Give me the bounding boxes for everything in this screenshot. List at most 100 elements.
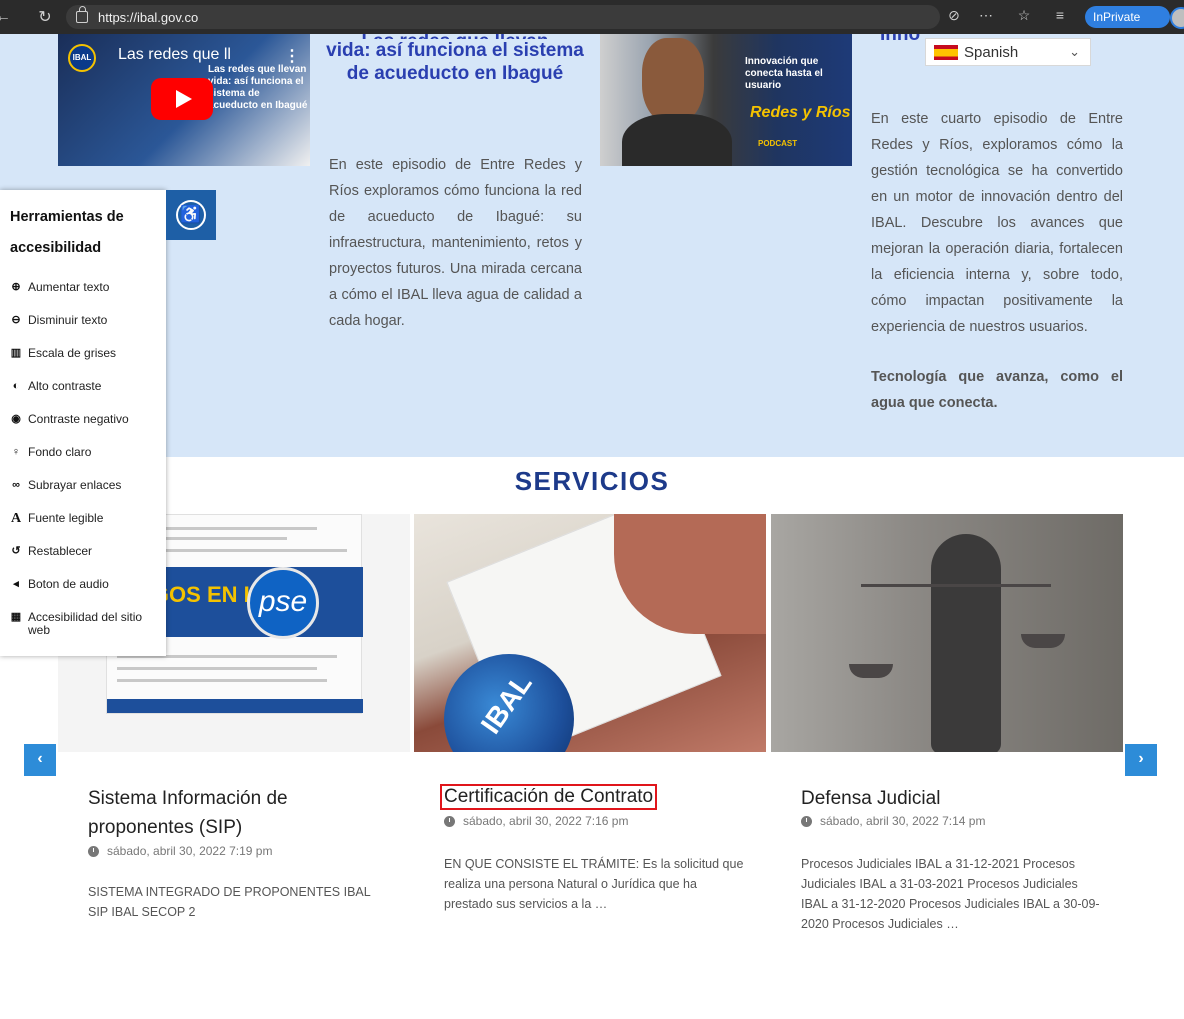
back-icon[interactable]: ← xyxy=(0,6,14,28)
acc-item-label: Boton de audio xyxy=(28,577,109,591)
more-icon[interactable]: ⋯ xyxy=(976,7,996,24)
acc-item-label: Escala de grises xyxy=(28,346,117,360)
episode-2-description: En este episodio de Entre Redes y Ríos e… xyxy=(329,157,582,329)
browser-toolbar: ← ↻ https://ibal.gov.co ⊘ ⋯ ☆ ≡ InPrivat… xyxy=(0,0,1184,34)
service-card-title[interactable]: Certificación de Contrato xyxy=(440,782,744,811)
address-bar[interactable]: https://ibal.gov.co xyxy=(66,5,940,29)
service-card-excerpt: Procesos Judiciales IBAL a 31-12-2021 Pr… xyxy=(801,857,1100,931)
services-heading: SERVICIOS xyxy=(514,466,670,496)
page: ← ↻ https://ibal.gov.co ⊘ ⋯ ☆ ≡ InPrivat… xyxy=(0,0,1184,1019)
service-card-image[interactable] xyxy=(771,514,1123,752)
acc-reset[interactable]: ↺ Restablecer xyxy=(10,545,164,558)
video-caption: Las redes que llevan vida: así funciona … xyxy=(208,64,308,111)
profile-icon[interactable] xyxy=(1170,7,1184,29)
acc-audio-button[interactable]: ◂ Boton de audio xyxy=(10,578,164,591)
episode-3-brand: Redes y Ríos xyxy=(750,104,851,121)
acc-item-label: Fondo claro xyxy=(28,445,92,459)
acc-item-label: Contraste negativo xyxy=(28,412,129,426)
collections-icon[interactable]: ≡ xyxy=(1050,7,1070,23)
bulb-icon: ♀ xyxy=(11,446,21,458)
episode-2-title[interactable]: Las redes que llevan vida: así funciona … xyxy=(326,30,584,85)
language-select[interactable]: Spanish ⌄ xyxy=(925,38,1091,66)
service-card[interactable]: IBAL Certificación de Contrato sábado, a… xyxy=(414,514,766,1000)
favorites-icon[interactable]: ☆ xyxy=(1014,7,1034,24)
refresh-icon[interactable]: ↻ xyxy=(34,6,56,28)
reset-icon: ↺ xyxy=(11,545,21,557)
episode-3-sub: PODCAST xyxy=(758,139,798,148)
carousel-prev-button[interactable]: ‹ xyxy=(24,744,56,776)
episode-3-caption: Innovación que conecta hasta el usuario xyxy=(745,56,823,91)
accessibility-toggle-button[interactable]: ♿ xyxy=(166,190,216,240)
link-icon: ∞ xyxy=(12,479,20,491)
acc-item-label: Subrayar enlaces xyxy=(28,478,122,492)
language-selected: Spanish xyxy=(964,43,1019,61)
url-text: https://ibal.gov.co xyxy=(98,9,199,25)
accessibility-panel: Herramientas de accesibilidad ⊕ Aumentar… xyxy=(0,190,166,656)
acc-negative-contrast[interactable]: ◉ Contraste negativo xyxy=(10,413,164,426)
accessibility-icon: ♿ xyxy=(176,200,206,230)
service-card[interactable]: Defensa Judicial sábado, abril 30, 2022 … xyxy=(771,514,1123,1000)
acc-increase-text[interactable]: ⊕ Aumentar texto xyxy=(10,281,164,294)
inprivate-label: InPrivate xyxy=(1093,10,1141,24)
acc-decrease-text[interactable]: ⊖ Disminuir texto xyxy=(10,314,164,327)
acc-grayscale[interactable]: ▥ Escala de grises xyxy=(10,347,164,360)
date-text: sábado, abril 30, 2022 7:14 pm xyxy=(820,814,986,828)
service-card-date: sábado, abril 30, 2022 7:16 pm xyxy=(444,814,628,828)
contrast-icon: ◐ xyxy=(12,380,20,392)
audio-icon: ◂ xyxy=(13,578,19,590)
acc-light-background[interactable]: ♀ Fondo claro xyxy=(10,446,164,459)
episode-2-title-text: vida: así funciona el sistema de acueduc… xyxy=(326,40,584,84)
acc-high-contrast[interactable]: ◐ Alto contraste xyxy=(10,380,164,393)
host-photo xyxy=(642,38,704,124)
service-card-title[interactable]: Defensa Judicial xyxy=(801,784,1101,813)
episode-4-description: En este cuarto episodio de Entre Redes y… xyxy=(871,111,1123,335)
grayscale-icon: ▥ xyxy=(10,347,22,359)
video-player[interactable]: IBAL Las redes que ll ⋮ Las redes que ll… xyxy=(58,34,310,166)
ibal-logo: IBAL xyxy=(68,44,96,72)
lock-icon xyxy=(76,6,88,23)
acc-item-label: Alto contraste xyxy=(28,379,102,393)
clock-icon xyxy=(444,815,455,827)
acc-item-label: Restablecer xyxy=(28,544,93,558)
service-card-date: sábado, abril 30, 2022 7:14 pm xyxy=(801,814,985,828)
acc-item-label: Accesibilidad del sitio web xyxy=(28,610,143,637)
service-card-title[interactable]: Sistema Información de proponentes (SIP) xyxy=(88,784,388,842)
zoom-in-icon: ⊕ xyxy=(11,281,21,293)
scale-bar xyxy=(861,584,1051,587)
eye-icon: ◉ xyxy=(11,413,21,425)
play-icon[interactable] xyxy=(151,78,213,120)
video-menu-icon[interactable]: ⋮ xyxy=(284,46,300,66)
highlighted-title[interactable]: Certificación de Contrato xyxy=(440,784,658,810)
acc-readable-font[interactable]: A Fuente legible xyxy=(10,511,164,526)
tracking-icon[interactable]: ⊘ xyxy=(944,7,964,24)
acc-item-label: Aumentar texto xyxy=(28,280,110,294)
service-card-image[interactable]: IBAL xyxy=(414,514,766,752)
inprivate-badge[interactable]: InPrivate xyxy=(1085,6,1184,29)
font-icon: A xyxy=(10,511,22,526)
chevron-down-icon: ⌄ xyxy=(1069,44,1080,59)
date-text: sábado, abril 30, 2022 7:16 pm xyxy=(463,814,629,828)
doc-line xyxy=(117,679,327,682)
zoom-out-icon: ⊖ xyxy=(11,314,21,326)
acc-underline-links[interactable]: ∞ Subrayar enlaces xyxy=(10,479,164,492)
spain-flag-icon xyxy=(934,44,958,60)
acc-site-accessibility[interactable]: ▦ Accesibilidad del sitio web xyxy=(10,611,164,637)
service-card-excerpt: SISTEMA INTEGRADO DE PROPONENTES IBAL SI… xyxy=(88,885,371,919)
pse-logo: pse xyxy=(247,567,319,639)
accessibility-title: Herramientas de accesibilidad xyxy=(10,209,124,256)
ibal-disc-text: IBAL xyxy=(474,668,538,740)
scale-pan xyxy=(1021,634,1065,648)
service-card-date: sábado, abril 30, 2022 7:19 pm xyxy=(88,844,272,858)
episode-4-tagline: Tecnología que avanza, como el agua que … xyxy=(871,369,1123,411)
service-card-excerpt: EN QUE CONSISTE EL TRÁMITE: Es la solici… xyxy=(444,857,744,911)
clock-icon xyxy=(88,845,99,857)
episodes-section: IBAL Las redes que ll ⋮ Las redes que ll… xyxy=(0,24,1184,457)
acc-item-label: Fuente legible xyxy=(28,511,104,525)
host-photo-body xyxy=(622,114,732,166)
date-text: sábado, abril 30, 2022 7:19 pm xyxy=(107,844,273,858)
carousel-next-button[interactable]: › xyxy=(1125,744,1157,776)
justice-statue-image xyxy=(931,534,1001,752)
episode-3-thumbnail[interactable]: Innovación que conecta hasta el usuario … xyxy=(600,34,852,166)
doc-footer xyxy=(107,699,363,713)
clock-icon xyxy=(801,815,812,827)
